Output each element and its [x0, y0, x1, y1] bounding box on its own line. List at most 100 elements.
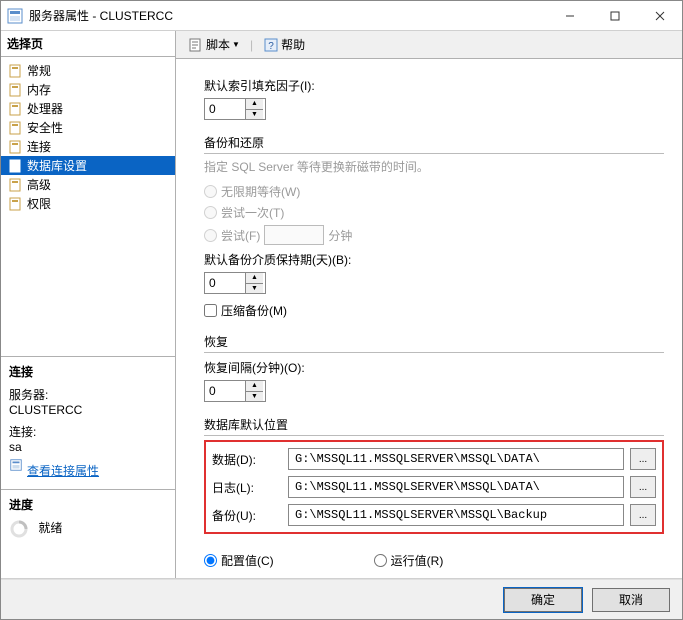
wait-infinite-label: 无限期等待(W): [221, 183, 300, 200]
spin-down-icon[interactable]: ▼: [246, 391, 263, 402]
log-path-input[interactable]: [288, 476, 624, 498]
sidebar-item-label: 连接: [27, 138, 51, 155]
script-button[interactable]: 脚本 ▼: [184, 34, 244, 55]
fillfactor-input[interactable]: [205, 99, 245, 119]
progress-section: 进度 就绪: [1, 490, 175, 545]
cancel-button[interactable]: 取消: [592, 588, 670, 612]
log-browse-button[interactable]: ...: [630, 476, 656, 498]
try-for-label: 尝试(F): [221, 227, 260, 244]
page-icon: [9, 64, 23, 78]
recovery-header: 恢复: [204, 333, 664, 353]
data-path-label: 数据(D):: [212, 451, 282, 468]
progress-header: 进度: [9, 496, 167, 513]
retention-label: 默认备份介质保持期(天)(B):: [204, 251, 664, 268]
spin-down-icon[interactable]: ▼: [246, 283, 263, 294]
fillfactor-spinner[interactable]: ▲ ▼: [204, 98, 266, 120]
retention-input[interactable]: [205, 273, 245, 293]
spin-up-icon[interactable]: ▲: [246, 381, 263, 391]
page-icon: [9, 159, 23, 173]
running-label: 运行值(R): [391, 552, 444, 569]
sidebar-item-3[interactable]: 安全性: [1, 118, 175, 137]
titlebar: 服务器属性 - CLUSTERCC: [1, 1, 682, 31]
sidebar-item-2[interactable]: 处理器: [1, 99, 175, 118]
help-button[interactable]: ? 帮助: [259, 34, 309, 55]
wait-infinite-radio: [204, 185, 217, 198]
try-for-radio: [204, 229, 217, 242]
close-button[interactable]: [637, 1, 682, 31]
minutes-label: 分钟: [328, 227, 352, 244]
fillfactor-label: 默认索引填充因子(I):: [204, 77, 664, 94]
right-panel: 脚本 ▼ | ? 帮助 默认索引填充因子(I): ▲ ▼ 备份和还原 指定 SQ…: [176, 31, 682, 578]
backup-restore-header: 备份和还原: [204, 134, 664, 154]
footer: 确定 取消: [1, 579, 682, 619]
recovery-interval-input[interactable]: [205, 381, 245, 401]
nav-list: 常规内存处理器安全性连接数据库设置高级权限: [1, 57, 175, 357]
page-icon: [9, 140, 23, 154]
progress-status: 就绪: [38, 521, 62, 535]
tape-hint: 指定 SQL Server 等待更换新磁带的时间。: [204, 158, 664, 175]
try-for-input: [264, 225, 324, 245]
try-once-radio: [204, 206, 217, 219]
page-icon: [9, 121, 23, 135]
sidebar-item-label: 安全性: [27, 119, 63, 136]
svg-text:?: ?: [268, 41, 274, 52]
help-label: 帮助: [281, 36, 305, 53]
sidebar-item-label: 内存: [27, 81, 51, 98]
spin-up-icon[interactable]: ▲: [246, 273, 263, 283]
sidebar-item-label: 处理器: [27, 100, 63, 117]
toolbar: 脚本 ▼ | ? 帮助: [176, 31, 682, 59]
configured-radio[interactable]: [204, 554, 217, 567]
sidebar-item-label: 数据库设置: [27, 157, 87, 174]
left-panel: 选择页 常规内存处理器安全性连接数据库设置高级权限 连接 服务器: CLUSTE…: [1, 31, 176, 578]
progress-spinner-icon: [9, 519, 29, 539]
data-path-input[interactable]: [288, 448, 624, 470]
page-icon: [9, 83, 23, 97]
default-location-header: 数据库默认位置: [204, 416, 664, 436]
recovery-interval-spinner[interactable]: ▲ ▼: [204, 380, 266, 402]
recovery-interval-label: 恢复间隔(分钟)(O):: [204, 359, 664, 376]
sidebar-item-label: 高级: [27, 176, 51, 193]
connection-props-icon: [9, 458, 23, 475]
ok-button[interactable]: 确定: [504, 588, 582, 612]
server-value: CLUSTERCC: [9, 403, 167, 417]
compress-checkbox[interactable]: [204, 304, 217, 317]
spin-down-icon[interactable]: ▼: [246, 109, 263, 120]
conn-value: sa: [9, 440, 167, 454]
conn-label: 连接:: [9, 423, 167, 440]
sidebar-item-4[interactable]: 连接: [1, 137, 175, 156]
connection-section: 连接 服务器: CLUSTERCC 连接: sa 查看连接属性: [1, 357, 175, 490]
try-once-label: 尝试一次(T): [221, 204, 284, 221]
sidebar-item-5[interactable]: 数据库设置: [1, 156, 175, 175]
compress-label: 压缩备份(M): [221, 302, 287, 319]
page-icon: [9, 102, 23, 116]
backup-browse-button[interactable]: ...: [630, 504, 656, 526]
minimize-button[interactable]: [547, 1, 592, 31]
spin-up-icon[interactable]: ▲: [246, 99, 263, 109]
sidebar-item-0[interactable]: 常规: [1, 61, 175, 80]
sidebar-item-6[interactable]: 高级: [1, 175, 175, 194]
window-title: 服务器属性 - CLUSTERCC: [29, 7, 547, 24]
page-icon: [9, 178, 23, 192]
view-connection-properties-link[interactable]: 查看连接属性: [27, 462, 99, 479]
select-page-header: 选择页: [1, 31, 175, 57]
sidebar-item-7[interactable]: 权限: [1, 194, 175, 213]
content-area: 默认索引填充因子(I): ▲ ▼ 备份和还原 指定 SQL Server 等待更…: [176, 59, 682, 578]
sidebar-item-1[interactable]: 内存: [1, 80, 175, 99]
maximize-button[interactable]: [592, 1, 637, 31]
chevron-down-icon: ▼: [232, 40, 240, 49]
backup-path-input[interactable]: [288, 504, 624, 526]
log-path-label: 日志(L):: [212, 479, 282, 496]
sidebar-item-label: 权限: [27, 195, 51, 212]
server-label: 服务器:: [9, 386, 167, 403]
data-browse-button[interactable]: ...: [630, 448, 656, 470]
backup-path-label: 备份(U):: [212, 507, 282, 524]
retention-spinner[interactable]: ▲ ▼: [204, 272, 266, 294]
configured-label: 配置值(C): [221, 552, 274, 569]
connection-header: 连接: [9, 363, 167, 380]
sidebar-item-label: 常规: [27, 62, 51, 79]
page-icon: [9, 197, 23, 211]
script-label: 脚本: [206, 36, 230, 53]
highlighted-paths: 数据(D): ... 日志(L): ... 备份(U): ...: [204, 440, 664, 534]
running-radio[interactable]: [374, 554, 387, 567]
app-icon: [7, 8, 23, 24]
